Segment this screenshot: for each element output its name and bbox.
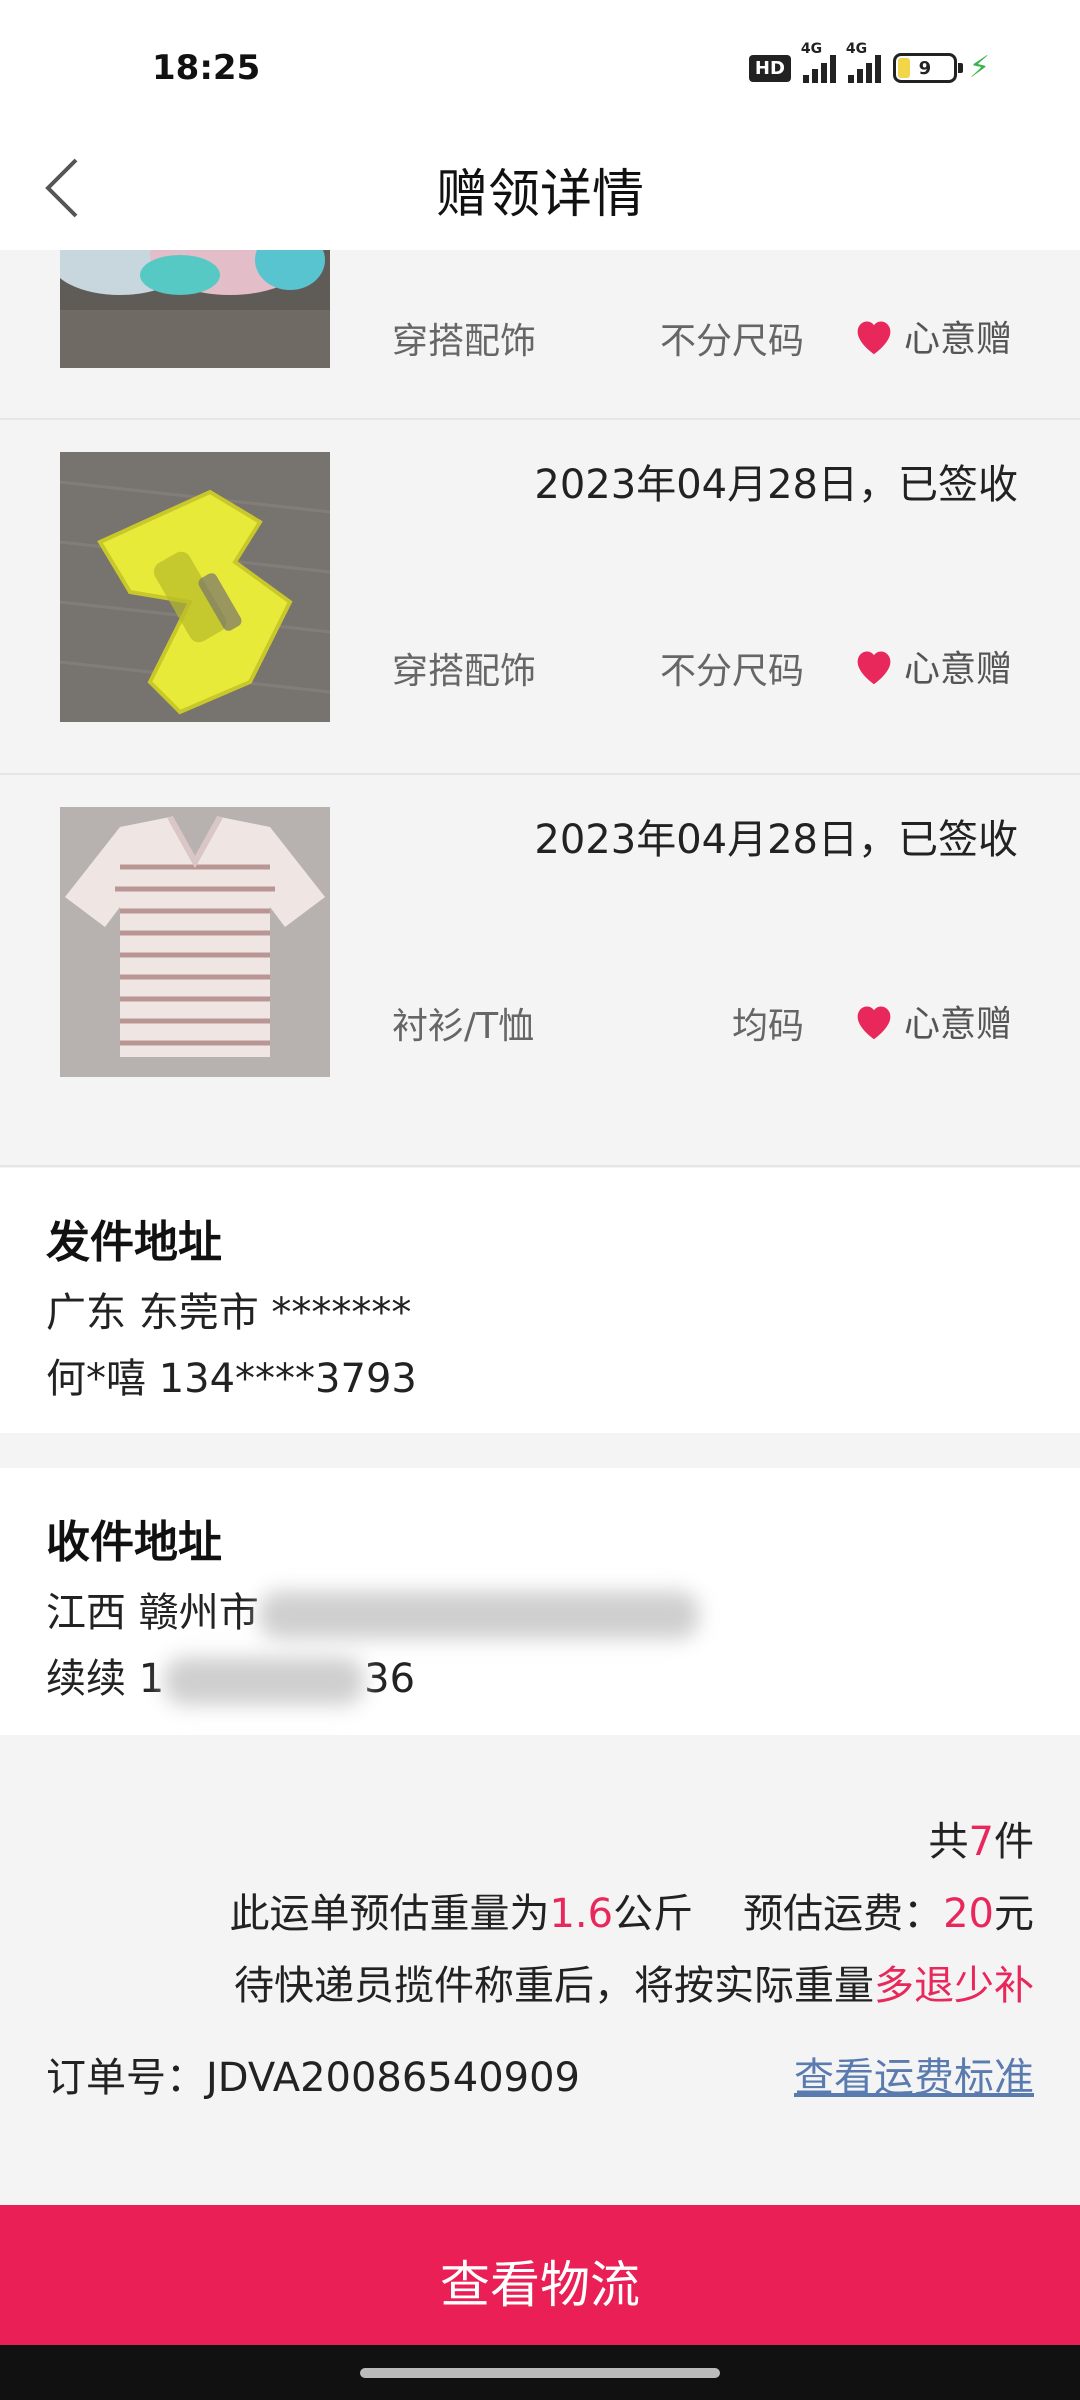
list-item[interactable]: 2023年04月28日，已签收 衬衫/T恤 均码 心意赠: [0, 775, 1080, 1167]
heart-icon: [857, 321, 891, 355]
item-category: 穿搭配饰: [392, 651, 537, 692]
refund-note: 待快递员揽件称重后，将按实际重量多退少补: [234, 1963, 1034, 2009]
item-count: 共7件: [928, 1819, 1034, 1865]
item-date: 2023年04月28日，已签收: [534, 462, 1018, 508]
home-indicator[interactable]: [360, 2368, 720, 2378]
product-thumbnail: [60, 250, 330, 368]
item-list: 穿搭配饰 不分尺码 心意赠 2023年04月28日，已签收 穿搭配饰 不分尺码 …: [0, 250, 1080, 1167]
status-icons: HD 4G 4G 9 ⚡: [748, 41, 990, 88]
order-summary: 共7件 此运单预估重量为1.6公斤 预估运费：20元 待快递员揽件称重后，将按实际…: [0, 1735, 1080, 2205]
nav-bar: 赠领详情: [0, 130, 1080, 250]
gift-tag: 心意赠: [852, 310, 1012, 362]
sender-address: 广东 东莞市 *******: [46, 1290, 412, 1336]
item-category: 穿搭配饰: [392, 321, 537, 362]
redacted-blur: [258, 1591, 699, 1639]
receiver-title: 收件地址: [46, 1517, 222, 1568]
page-title: 赠领详情: [435, 165, 644, 225]
view-fee-standard-link[interactable]: 查看运费标准: [794, 2045, 1034, 2103]
charging-icon: ⚡: [968, 50, 990, 85]
status-bar: 18:25 HD 4G 4G 9 ⚡: [0, 0, 1080, 130]
gift-tag: 心意赠: [852, 995, 1012, 1047]
gift-label: 心意赠: [903, 319, 1012, 360]
sender-contact: 何*嘻 134****3793: [46, 1356, 417, 1402]
heart-icon: [857, 1006, 891, 1040]
sender-title: 发件地址: [46, 1217, 222, 1268]
gift-label: 心意赠: [903, 649, 1012, 690]
signal-icon-sim1: 4G: [801, 41, 836, 83]
gift-tag: 心意赠: [852, 640, 1012, 692]
heart-icon: [857, 651, 891, 685]
signal-icon-sim2: 4G: [846, 41, 881, 83]
sender-address-card: 发件地址 广东 东莞市 ******* 何*嘻 134****3793: [0, 1168, 1080, 1433]
receiver-address-card: 收件地址 江西 赣州市 续续 1 36: [0, 1468, 1080, 1735]
receiver-contact: 续续 1 36: [46, 1646, 1034, 1712]
weight-fee-line: 此运单预估重量为1.6公斤 预估运费：20元: [229, 1891, 1034, 1937]
redacted-blur: [164, 1657, 365, 1705]
item-date: 2023年04月28日，已签收: [534, 817, 1018, 863]
list-item[interactable]: 2023年04月28日，已签收 穿搭配饰 不分尺码 心意赠: [0, 420, 1080, 775]
item-size: 均码: [731, 1006, 804, 1047]
status-time: 18:25: [152, 48, 261, 88]
battery-icon: 9: [892, 53, 963, 83]
item-size: 不分尺码: [659, 651, 804, 692]
hd-icon: HD: [748, 54, 791, 82]
gift-label: 心意赠: [903, 1004, 1012, 1045]
receiver-address: 江西 赣州市: [46, 1580, 1034, 1646]
item-category: 衬衫/T恤: [392, 1006, 535, 1047]
product-thumbnail: [60, 807, 330, 1077]
order-number: 订单号：JDVA20086540909: [46, 2055, 581, 2101]
product-thumbnail: [60, 452, 330, 722]
list-item[interactable]: 穿搭配饰 不分尺码 心意赠: [0, 250, 1080, 420]
item-size: 不分尺码: [659, 321, 804, 362]
